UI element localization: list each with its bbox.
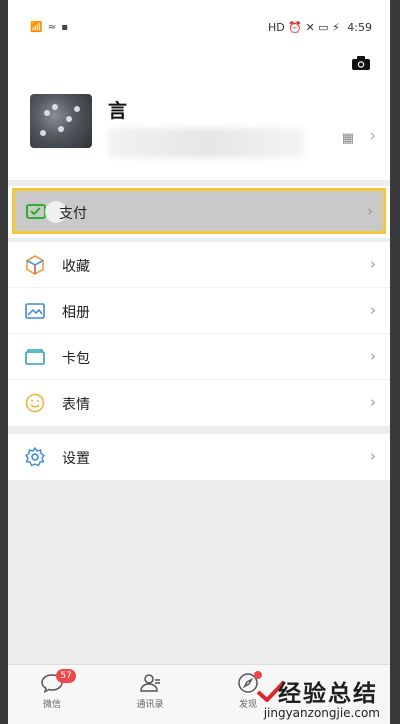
emoji-icon — [25, 393, 45, 413]
contacts-icon — [140, 674, 160, 692]
wechat-id-redacted — [108, 128, 304, 158]
menu-item-pay[interactable]: 支付 › — [12, 188, 386, 234]
username: 言 — [108, 100, 128, 122]
menu-item-settings[interactable]: 设置 › — [8, 434, 390, 480]
gear-icon — [24, 446, 46, 467]
tab-chats[interactable]: 57 微信 — [22, 669, 82, 710]
menu-item-card-wallet[interactable]: 卡包 › — [8, 334, 390, 380]
menu-label: 相册 — [62, 305, 90, 321]
wallet-icon — [26, 204, 46, 219]
watermark: 经验总结 jingyanzongjie.com — [236, 672, 386, 724]
tab-contacts[interactable]: 通讯录 — [120, 671, 180, 710]
menu-label: 收藏 — [62, 259, 90, 275]
album-icon — [25, 303, 45, 319]
tab-label: 通讯录 — [136, 700, 164, 710]
status-right: HD ⏰ ✕ ▭ ⚡ 4:59 — [264, 21, 372, 34]
menu-label: 卡包 — [62, 351, 90, 367]
menu-group-settings: 设置 › — [8, 434, 390, 480]
favorites-cube-icon — [26, 255, 44, 275]
pay-label: 支付 — [59, 206, 87, 222]
camera-icon[interactable] — [352, 56, 370, 70]
profile-header[interactable]: 言 ▦ › — [8, 46, 390, 180]
clock: 4:59 — [347, 21, 372, 34]
chevron-right-icon: › — [370, 255, 376, 273]
watermark-url: jingyanzongjie.com — [263, 706, 380, 720]
chevron-right-icon: › — [370, 447, 376, 465]
unread-badge: 57 — [56, 669, 76, 683]
signal-wifi-icons: 📶 ≈ ▪ — [30, 22, 69, 33]
status-indicators: HD ⏰ ✕ ▭ ⚡ — [268, 21, 340, 34]
phone-screen: 📶 ≈ ▪ HD ⏰ ✕ ▭ ⚡ 4:59 言 ▦ › 支付 › 收藏 › 相册… — [8, 0, 390, 724]
status-bar: 📶 ≈ ▪ HD ⏰ ✕ ▭ ⚡ 4:59 — [8, 0, 390, 46]
card-wallet-icon — [25, 349, 45, 365]
chevron-right-icon: › — [370, 347, 376, 365]
chevron-right-icon: › — [370, 301, 376, 319]
menu-item-favorites[interactable]: 收藏 › — [8, 242, 390, 288]
menu-label: 表情 — [62, 397, 90, 413]
menu-group-main: 收藏 › 相册 › 卡包 › 表情 › — [8, 242, 390, 426]
qr-code-icon[interactable]: ▦ — [342, 131, 354, 146]
chevron-right-icon: › — [369, 126, 376, 146]
tab-label: 微信 — [42, 700, 61, 710]
chevron-right-icon: › — [370, 393, 376, 411]
chevron-right-icon: › — [367, 202, 373, 220]
watermark-brand: 经验总结 — [278, 681, 378, 707]
menu-label: 设置 — [62, 451, 90, 467]
avatar[interactable] — [30, 94, 92, 148]
menu-item-album[interactable]: 相册 › — [8, 288, 390, 334]
menu-item-emoji[interactable]: 表情 › — [8, 380, 390, 426]
